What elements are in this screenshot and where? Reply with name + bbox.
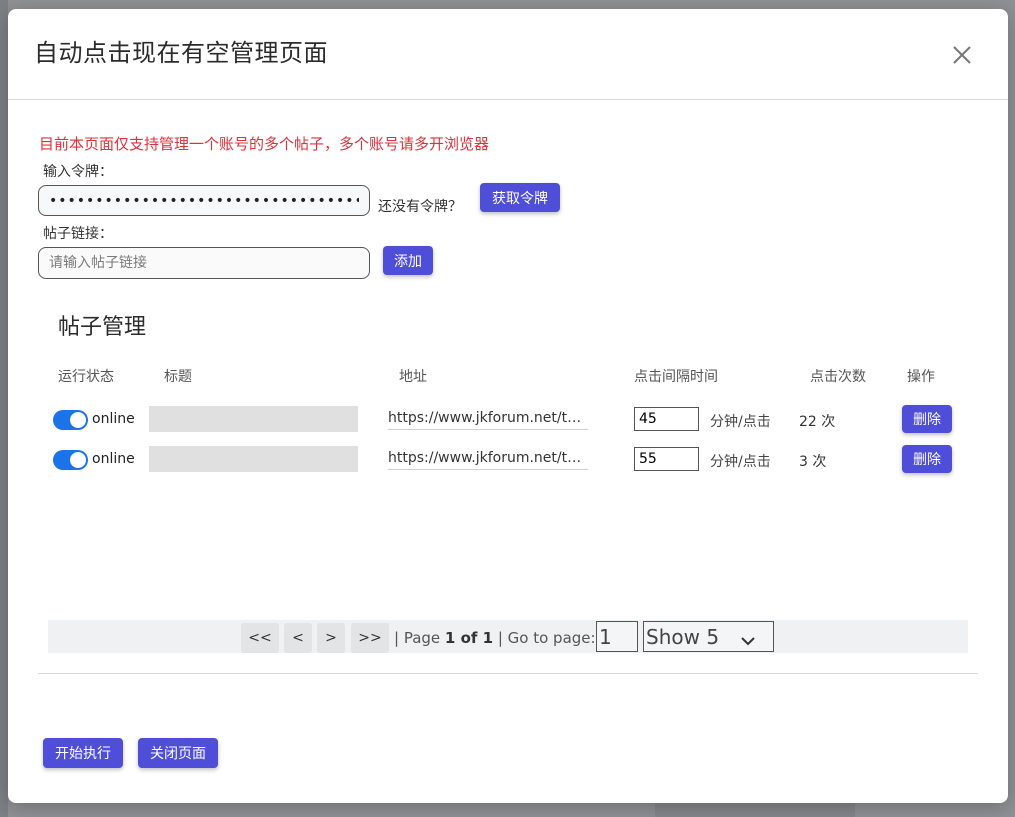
page-prefix: | Page — [394, 629, 445, 647]
url-cell: https://www.jkforum.net/thr… — [388, 449, 588, 470]
toggle-knob — [70, 412, 86, 428]
status-toggle[interactable] — [53, 450, 88, 470]
last-page-button[interactable]: >> — [351, 623, 389, 653]
first-page-button[interactable]: << — [241, 623, 279, 653]
goto-label: | Go to page: — [493, 629, 596, 647]
toggle-knob — [70, 452, 86, 468]
interval-input[interactable] — [634, 447, 699, 471]
modal-header: 自动点击现在有空管理页面 — [8, 9, 1008, 100]
table-row: online https://www.jkforum.net/thr… 分钟/点… — [8, 404, 1008, 434]
status-text: online — [92, 411, 135, 427]
post-link-input[interactable] — [38, 247, 370, 279]
page-size-value: Show 5 — [646, 625, 720, 649]
modal-dialog: 自动点击现在有空管理页面 目前本页面仅支持管理一个账号的多个帖子，多个账号请多开… — [8, 9, 1008, 803]
pagination-bar: << < > >> | Page 1 of 1 | Go to page: Sh… — [48, 620, 968, 653]
interval-unit: 分钟/点击 — [710, 454, 771, 470]
click-count: 3 次 — [799, 454, 827, 470]
next-page-button[interactable]: > — [317, 623, 345, 653]
header-url: 地址 — [399, 369, 427, 385]
close-icon[interactable] — [950, 43, 974, 67]
notice-text: 目前本页面仅支持管理一个账号的多个帖子，多个账号请多开浏览器 — [39, 135, 490, 153]
modal-title: 自动点击现在有空管理页面 — [34, 39, 328, 67]
table-row: online https://www.jkforum.net/thr… 分钟/点… — [8, 444, 1008, 474]
delete-button[interactable]: 删除 — [902, 445, 952, 473]
prev-page-button[interactable]: < — [284, 623, 312, 653]
interval-unit: 分钟/点击 — [710, 414, 771, 430]
section-title: 帖子管理 — [58, 315, 147, 340]
status-toggle[interactable] — [53, 410, 88, 430]
add-button[interactable]: 添加 — [383, 246, 433, 275]
page-size-select[interactable]: Show 5 — [643, 621, 774, 652]
start-button[interactable]: 开始执行 — [43, 738, 123, 768]
token-label: 输入令牌： — [43, 164, 113, 180]
status-text: online — [92, 451, 135, 467]
token-hint: 还没有令牌？ — [378, 199, 462, 215]
header-count: 点击次数 — [810, 369, 866, 385]
header-title: 标题 — [164, 369, 192, 385]
goto-page-input[interactable] — [596, 621, 638, 652]
close-page-button[interactable]: 关闭页面 — [138, 738, 218, 768]
get-token-button[interactable]: 获取令牌 — [480, 183, 560, 212]
title-cell — [149, 446, 358, 472]
header-interval: 点击间隔时间 — [634, 369, 718, 385]
interval-input[interactable] — [634, 407, 699, 431]
page-info: | Page 1 of 1 | Go to page: — [394, 629, 596, 647]
footer-divider — [38, 673, 978, 674]
click-count: 22 次 — [799, 414, 836, 430]
page-current: 1 of 1 — [444, 629, 494, 647]
url-cell: https://www.jkforum.net/thr… — [388, 409, 588, 430]
backdrop-strip — [0, 0, 8, 817]
header-ops: 操作 — [907, 369, 935, 385]
header-status: 运行状态 — [58, 369, 114, 385]
post-link-label: 帖子链接： — [43, 226, 113, 242]
chevron-down-icon — [741, 631, 755, 650]
delete-button[interactable]: 删除 — [902, 405, 952, 433]
token-input[interactable] — [38, 185, 370, 216]
title-cell — [149, 406, 358, 432]
